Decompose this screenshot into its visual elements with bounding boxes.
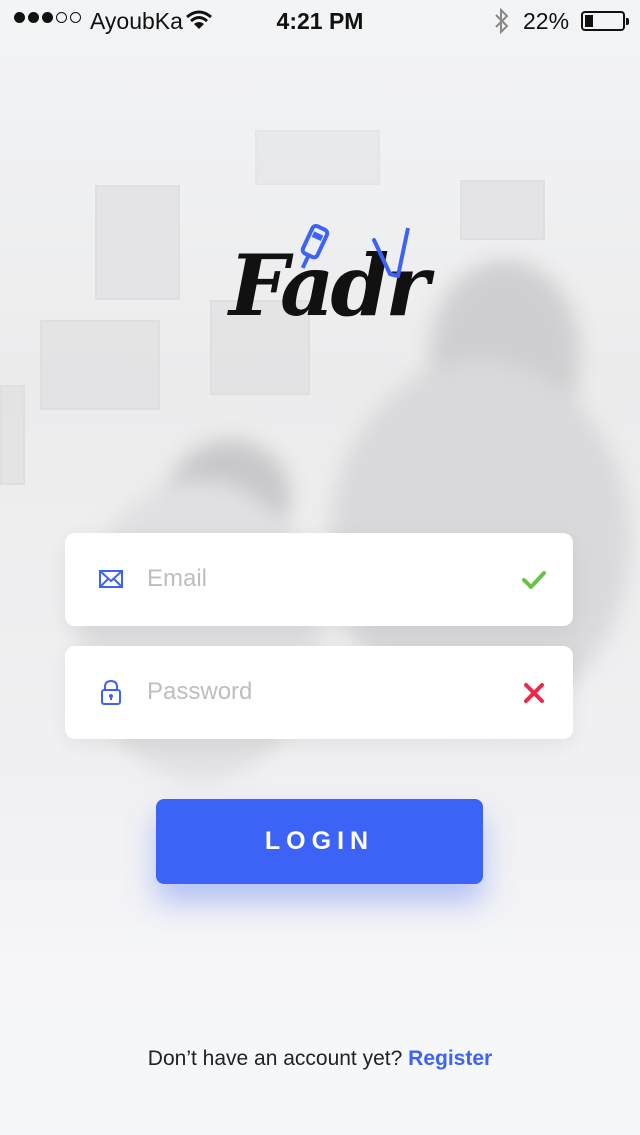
mail-icon [99, 570, 123, 588]
login-button[interactable]: LOGIN [156, 799, 483, 884]
email-input[interactable] [147, 553, 497, 605]
razor-icon [372, 227, 410, 278]
email-field[interactable] [65, 533, 573, 626]
check-icon [522, 571, 546, 589]
status-bar: AyoubKa 4:21 PM 22% [0, 0, 640, 42]
fadr-logo: Fadr [225, 222, 429, 347]
bluetooth-icon [495, 8, 509, 34]
battery-icon [581, 11, 629, 31]
register-prompt-text: Don’t have an account yet? [147, 1047, 403, 1070]
footer-band [0, 1075, 640, 1135]
register-prompt-row: Don’t have an account yet? Register [0, 1047, 640, 1071]
lock-icon [101, 679, 121, 705]
password-input[interactable] [147, 666, 497, 718]
register-link[interactable]: Register [408, 1047, 492, 1070]
battery-percentage: 22% [523, 8, 570, 34]
clipper-icon [300, 223, 329, 269]
cross-icon [524, 683, 544, 703]
password-field[interactable] [65, 646, 573, 739]
